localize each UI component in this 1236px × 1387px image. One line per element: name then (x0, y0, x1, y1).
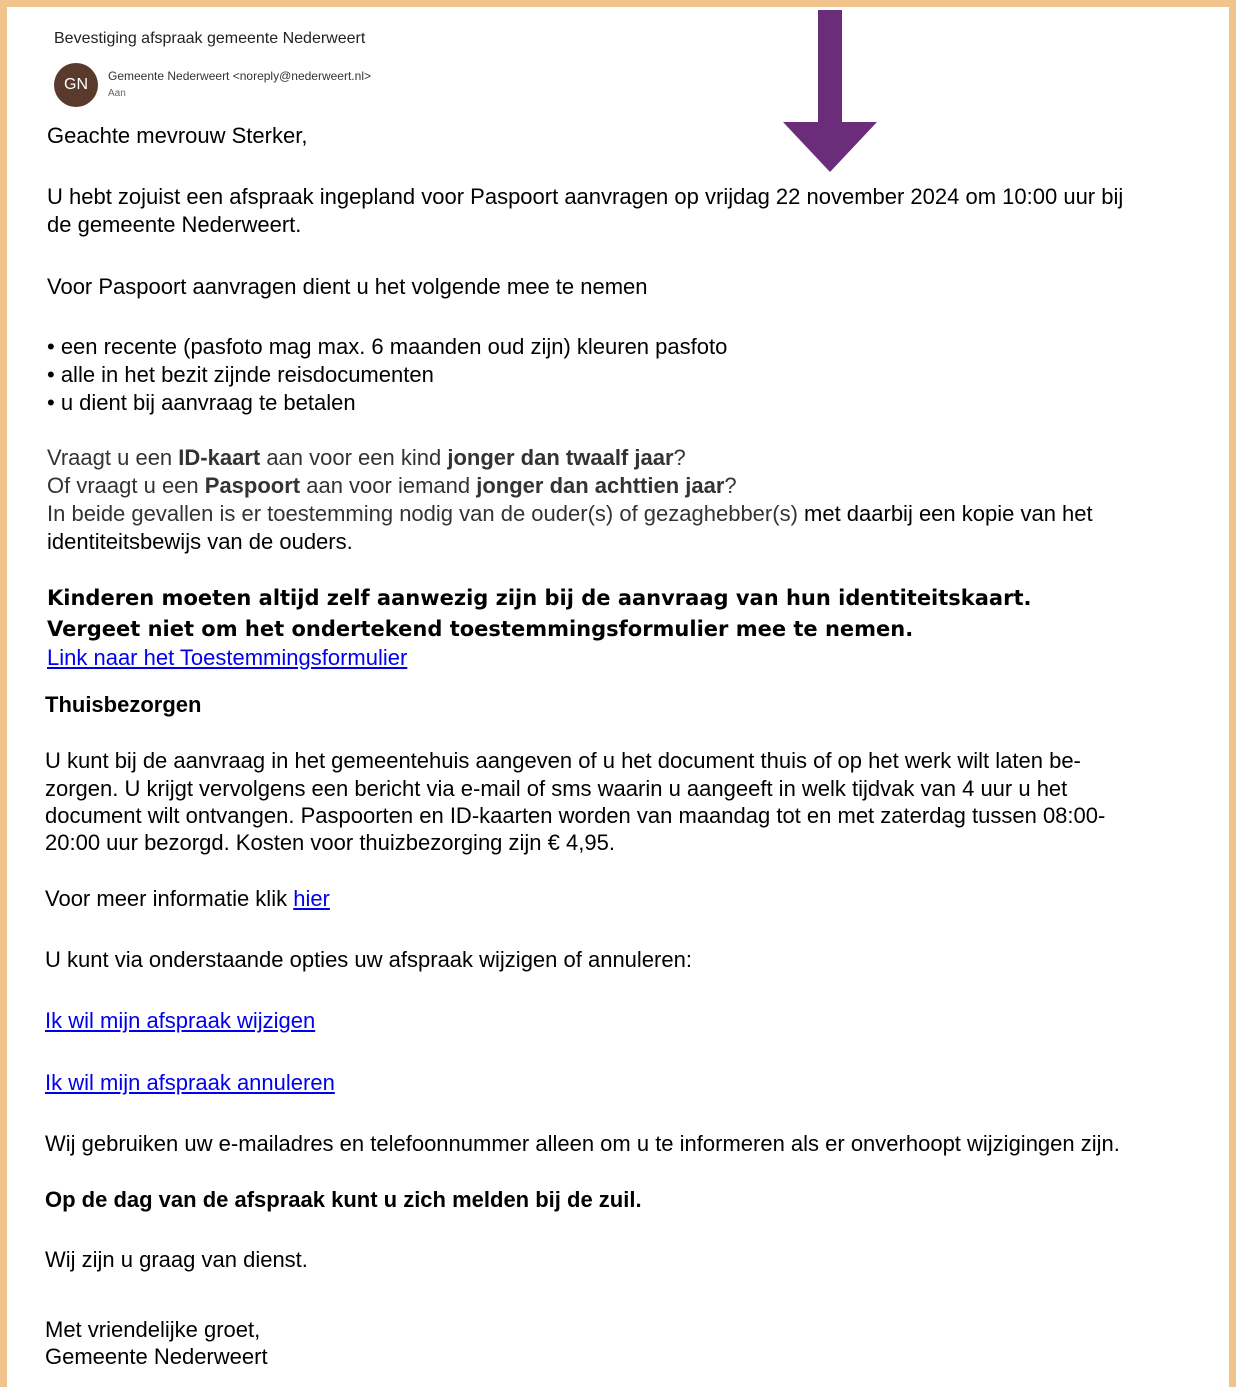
sender-address[interactable]: Gemeente Nederweert <noreply@nederweert.… (108, 69, 371, 83)
email-subject: Bevestiging afspraak gemeente Nederweert (54, 30, 366, 47)
closing: Met vriendelijke groet, (45, 1317, 261, 1342)
question-bold-age: jonger dan achttien jaar (476, 473, 725, 498)
recipient-label: Aan (108, 88, 126, 99)
more-info-text: Voor meer informatie klik (45, 886, 294, 911)
sender-avatar[interactable]: GN (54, 63, 98, 107)
question-text: ? (673, 445, 686, 470)
privacy-notice: Wij gebruiken uw e-mailadres en telefoon… (45, 1131, 1120, 1156)
list-item: • alle in het bezit zijnde reisdocumente… (47, 362, 434, 387)
bring-intro: Voor Paspoort aanvragen dient u het volg… (47, 274, 648, 299)
consent-line-2: identiteitsbewijs van de ouders. (47, 529, 353, 554)
appointment-line-2: de gemeente Nederweert. (47, 212, 302, 237)
question-bold-idcard: ID-kaart (178, 445, 261, 470)
question-passport: Of vraagt u een Paspoort aan voor iemand… (47, 472, 737, 500)
home-paragraph-line: zorgen. U krijgt vervolgens een bericht … (45, 776, 1068, 801)
question-bold-passport: Paspoort (204, 473, 301, 498)
arrow-down-icon (783, 10, 877, 172)
greeting: Geachte mevrouw Sterker, (47, 123, 308, 148)
consent-text: In beide gevallen is er toestemming nodi… (47, 501, 798, 526)
service-line: Wij zijn u graag van dienst. (45, 1247, 308, 1272)
question-text: Of vraagt u een (47, 473, 205, 498)
question-bold-age: jonger dan twaalf jaar (447, 445, 674, 470)
home-paragraph-line: document wilt ontvangen. Paspoorten en I… (45, 803, 1106, 828)
appointment-line-1: U hebt zojuist een afspraak ingepland vo… (47, 184, 1124, 209)
question-text: aan voor iemand (300, 473, 477, 498)
children-notice: Kinderen moeten altijd zelf aanwezig zij… (47, 586, 1032, 610)
list-item: • een recente (pasfoto mag max. 6 maande… (47, 334, 728, 359)
kiosk-notice: Op de dag van de afspraak kunt u zich me… (45, 1187, 642, 1212)
question-id-card: Vraagt u een ID-kaart aan voor een kind … (47, 444, 686, 472)
change-appointment-link[interactable]: Ik wil mijn afspraak wijzigen (45, 1007, 315, 1035)
home-paragraph-line: 20:00 uur bezorgd. Kosten voor thuizbezo… (45, 830, 615, 855)
home-paragraph-line: U kunt bij de aanvraag in het gemeentehu… (45, 748, 1081, 773)
forget-notice: Vergeet niet om het ondertekend toestemm… (47, 617, 914, 641)
cancel-appointment-link[interactable]: Ik wil mijn afspraak annuleren (45, 1069, 335, 1097)
signature: Gemeente Nederweert (45, 1344, 268, 1369)
more-info-link[interactable]: hier (293, 886, 330, 911)
home-delivery-heading: Thuisbezorgen (45, 692, 202, 717)
consent-form-link[interactable]: Link naar het Toestemmingsformulier (47, 644, 407, 672)
question-text: ? (724, 473, 737, 498)
options-intro: U kunt via onderstaande opties uw afspra… (45, 947, 692, 972)
question-text: Vraagt u een (47, 445, 179, 470)
list-item: • u dient bij aanvraag te betalen (47, 390, 356, 415)
consent-text: met daarbij een kopie van het (797, 501, 1093, 526)
consent-line-1: In beide gevallen is er toestemming nodi… (47, 500, 1093, 528)
question-text: aan voor een kind (260, 445, 448, 470)
more-info-line: Voor meer informatie klik hier (45, 885, 330, 913)
